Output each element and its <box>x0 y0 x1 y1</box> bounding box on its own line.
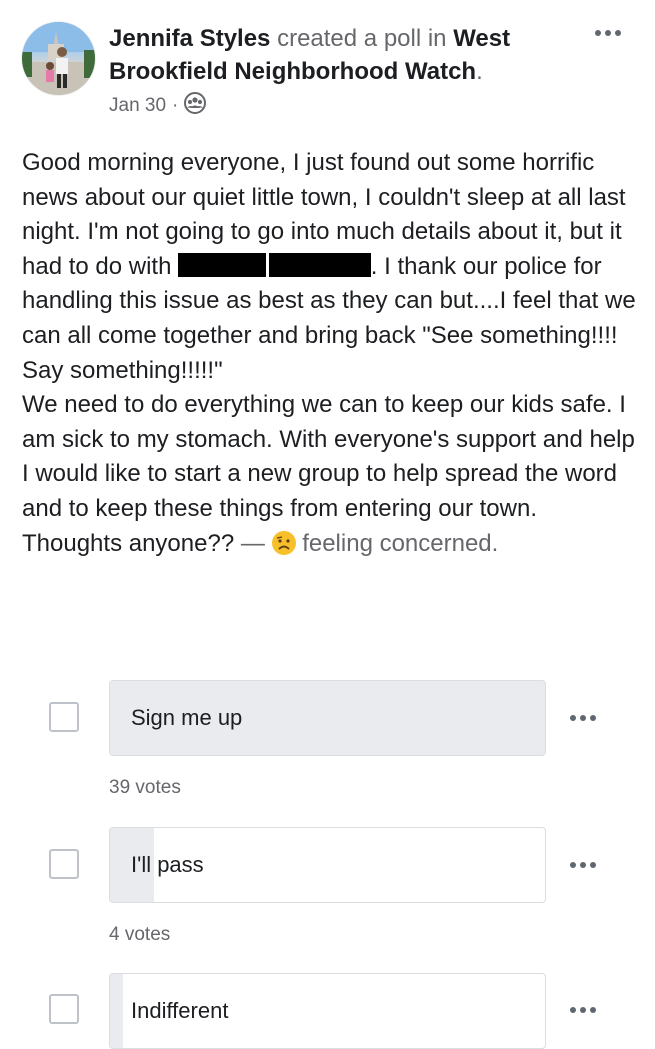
poll-option-label: I'll pass <box>131 852 204 877</box>
poll-checkbox-3[interactable] <box>49 994 79 1024</box>
poll-vote-count[interactable]: 39 votes <box>109 777 181 799</box>
poll-option-1[interactable]: Sign me up <box>109 680 546 756</box>
meta-separator: · <box>172 95 179 116</box>
poll-option-2[interactable]: I'll pass <box>109 827 546 903</box>
more-dot-icon <box>615 30 621 36</box>
more-dot-icon <box>590 715 596 721</box>
post-text-4: Thoughts anyone?? <box>22 529 235 557</box>
post-paragraph-2: We need to do everything we can to keep … <box>22 391 635 522</box>
poll-checkbox-1[interactable] <box>49 702 79 732</box>
post-paragraph-3: Thoughts anyone?? — feeling concerned. <box>22 527 637 562</box>
post-options-button[interactable] <box>595 30 621 36</box>
more-dot-icon <box>580 715 586 721</box>
more-dot-icon <box>580 1007 586 1013</box>
poll-option-more-button[interactable] <box>570 862 596 868</box>
poll-vote-count[interactable]: 4 votes <box>109 924 170 946</box>
author-avatar[interactable] <box>22 22 95 95</box>
more-dot-icon <box>570 1007 576 1013</box>
post-date[interactable]: Jan 30 <box>109 95 166 117</box>
poll-option-3[interactable]: Indifferent <box>109 973 546 1049</box>
feeling-text[interactable]: feeling concerned. <box>302 530 498 557</box>
poll-option-label: Sign me up <box>131 705 243 730</box>
post-paragraph-1: Good morning everyone, I just found out … <box>22 146 637 388</box>
more-dot-icon <box>570 862 576 868</box>
poll-checkbox-2[interactable] <box>49 849 79 879</box>
poll-option-more-button[interactable] <box>570 715 596 721</box>
post-header: Jennifa Styles created a poll in West Br… <box>109 22 579 88</box>
post-meta: Jan 30 · <box>109 92 207 120</box>
redaction-block <box>178 252 267 277</box>
more-dot-icon <box>590 1007 596 1013</box>
more-dot-icon <box>590 862 596 868</box>
poll-option-fill <box>110 974 124 1048</box>
poll-option-more-button[interactable] <box>570 1007 596 1013</box>
poll-option-label: Indifferent <box>131 998 229 1023</box>
header-period: . <box>476 58 483 85</box>
author-name[interactable]: Jennifa Styles <box>109 25 270 52</box>
more-dot-icon <box>580 862 586 868</box>
more-dot-icon <box>595 30 601 36</box>
post-body: Good morning everyone, I just found out … <box>22 146 637 561</box>
more-dot-icon <box>570 715 576 721</box>
post-action-text: created a poll in <box>277 25 447 52</box>
group-audience-icon <box>184 92 207 120</box>
worried-face-emoji <box>271 530 296 555</box>
feeling-dash: — <box>240 529 265 557</box>
redaction-block <box>268 252 371 277</box>
more-dot-icon <box>605 30 611 36</box>
